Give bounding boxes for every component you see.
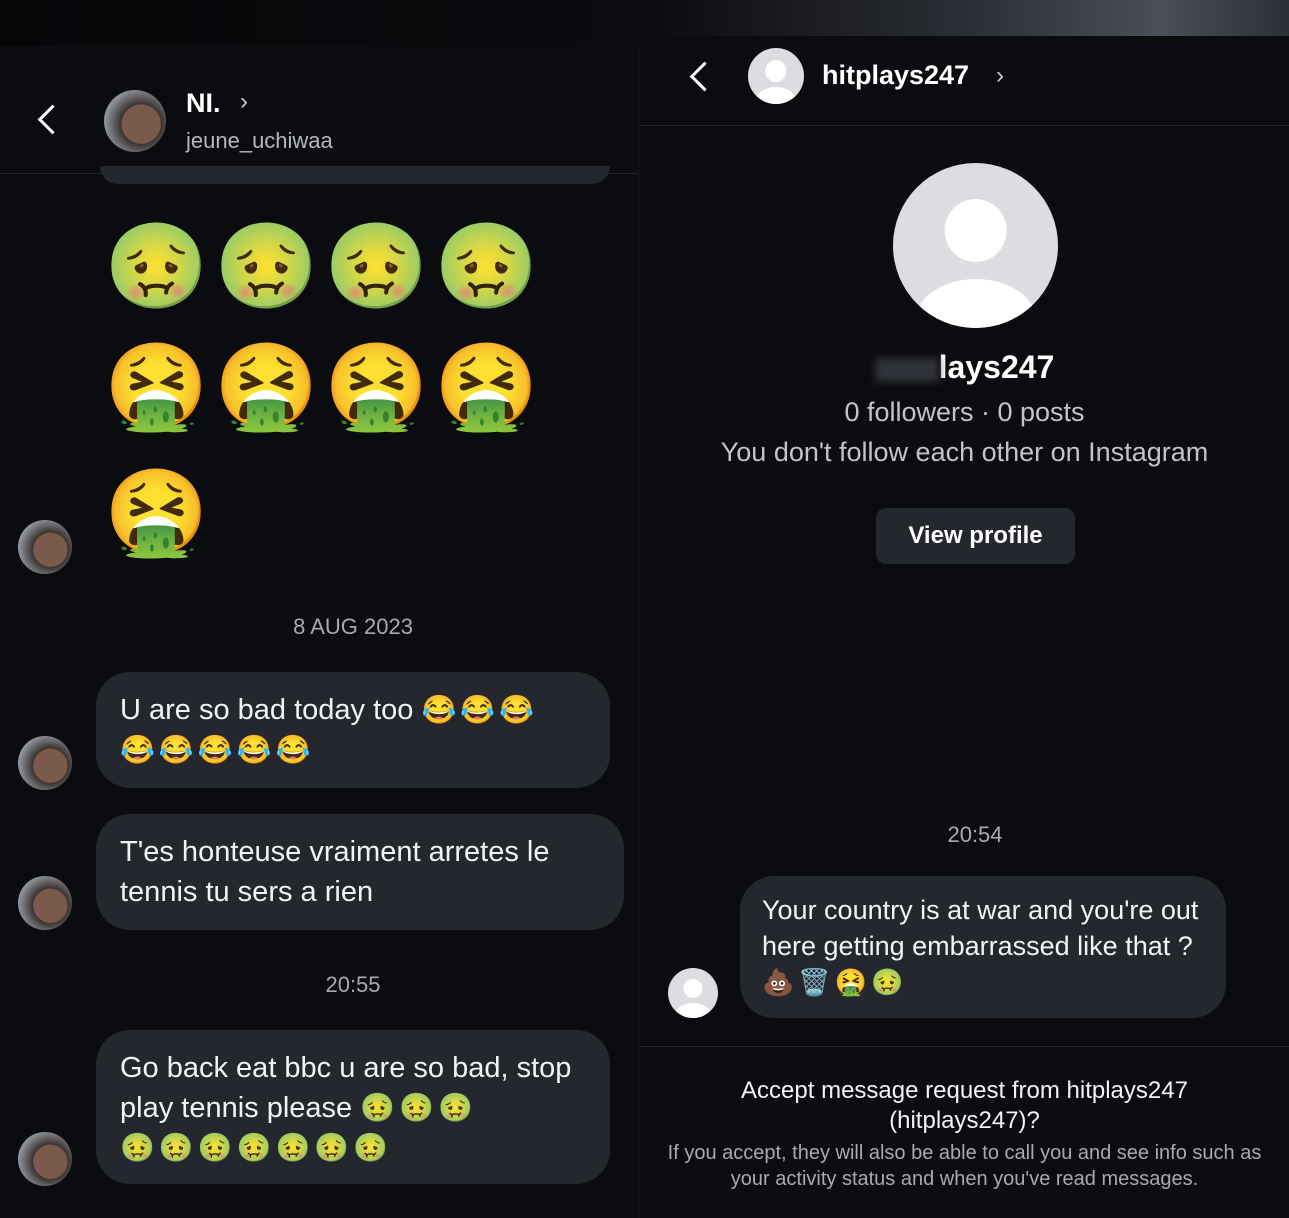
avatar[interactable] [104, 90, 166, 152]
redaction-blur [874, 357, 939, 382]
contact-username: jeune_uchiwaa [186, 128, 333, 153]
follow-relation: You don't follow each other on Instagram [720, 437, 1209, 467]
time-stamp: 20:55 [325, 972, 381, 997]
sender-avatar[interactable] [18, 736, 72, 790]
view-profile-button[interactable]: View profile [876, 508, 1075, 564]
profile-stats: 0 followers · 0 posts [844, 397, 1085, 427]
message-text: T'es honteuse vraiment arretes le tennis… [120, 836, 550, 908]
nauseated-face-emoji: 🤢 [434, 219, 539, 313]
chevron-right-icon[interactable]: › [996, 62, 1004, 90]
nauseated-emojis: 🤢🤢🤢 [360, 1092, 477, 1123]
contact-name[interactable]: hitplays247 [822, 60, 969, 91]
message-bubble[interactable]: Go back eat bbc u are so bad, stop play … [96, 1030, 610, 1184]
request-divider [640, 1046, 1289, 1047]
message-text: Go back eat bbc u are so bad, stop play … [120, 1052, 572, 1124]
nauseated-face-emoji: 🤢 [104, 219, 209, 313]
message-emojis: 💩🗑️🤮🤢 [762, 967, 908, 997]
back-chevron-icon[interactable] [689, 61, 720, 92]
vomiting-face-emoji: 🤮 [104, 339, 209, 433]
laughing-emojis: 😂😂😂😂😂 [120, 734, 315, 765]
time-stamp: 20:54 [947, 822, 1003, 847]
header-divider [640, 125, 1289, 126]
nauseated-face-emoji: 🤢 [324, 219, 429, 313]
vomiting-face-emoji: 🤮 [434, 339, 539, 433]
sender-avatar[interactable] [18, 520, 72, 574]
chevron-right-icon[interactable]: › [240, 88, 248, 116]
profile-picture[interactable] [893, 163, 1058, 328]
back-chevron-icon[interactable] [37, 104, 68, 135]
vomiting-face-emoji: 🤮 [104, 465, 209, 559]
message-request-info: If you accept, they will also be able to… [667, 1142, 1262, 1190]
sender-avatar[interactable] [18, 1132, 72, 1186]
profile-name: lays247 [640, 349, 1289, 386]
message-text: Your country is at war and you're out he… [762, 895, 1199, 961]
avatar[interactable] [748, 48, 804, 104]
message-text: U are so bad today too [120, 694, 414, 726]
vomiting-face-emoji: 🤮 [324, 339, 429, 433]
message-request-title: Accept message request from hitplays247 … [741, 1077, 1188, 1134]
contact-name[interactable]: NI. [186, 88, 221, 119]
date-stamp: 8 AUG 2023 [293, 614, 413, 639]
right-chat-panel: hitplays247 › lays247 0 followers · 0 po… [640, 36, 1289, 1218]
laughing-emojis: 😂😂😂 [421, 694, 539, 725]
sender-avatar[interactable] [18, 876, 72, 930]
message-bubble[interactable]: Your country is at war and you're out he… [740, 876, 1226, 1018]
previous-message-bubble [100, 166, 610, 184]
vomiting-face-emoji: 🤮 [214, 339, 319, 433]
sender-avatar[interactable] [668, 968, 718, 1018]
nauseated-face-emoji: 🤢 [214, 219, 319, 313]
left-chat-panel: NI. › jeune_uchiwaa 🤢 🤢 🤢 🤢 🤮 🤮 🤮 🤮 🤮 8 … [0, 46, 639, 1218]
message-bubble[interactable]: U are so bad today too 😂😂😂 😂😂😂😂😂 [96, 672, 610, 788]
message-bubble[interactable]: T'es honteuse vraiment arretes le tennis… [96, 814, 624, 930]
nauseated-emojis: 🤢🤢🤢🤢🤢🤢🤢 [120, 1132, 393, 1163]
